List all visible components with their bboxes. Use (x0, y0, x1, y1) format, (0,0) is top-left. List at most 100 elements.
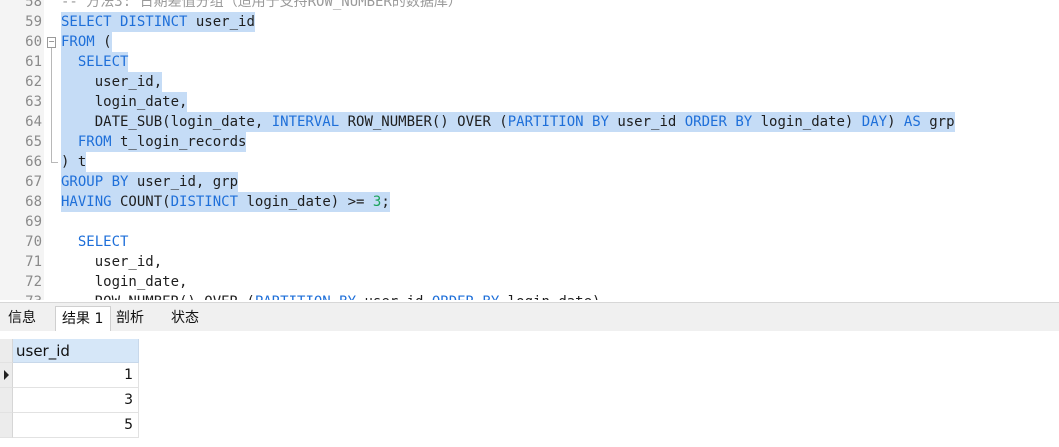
code-text[interactable]: ROW_NUMBER() OVER (PARTITION BY user_id … (61, 292, 601, 300)
fold-guide (51, 48, 52, 162)
code-token: HAVING (61, 194, 112, 210)
code-token: DAY (861, 114, 888, 130)
line-number: 68 (25, 194, 42, 210)
code-token: login_date) (752, 114, 862, 130)
line-number: 69 (25, 214, 42, 230)
code-text[interactable]: SELECT (61, 232, 129, 252)
table-cell[interactable]: 5 (13, 413, 139, 438)
row-header[interactable] (0, 388, 13, 413)
code-token: ) (887, 114, 904, 130)
code-text[interactable]: user_id, (61, 72, 163, 92)
code-token: login_date) (499, 294, 601, 300)
line-number: 64 (25, 114, 42, 130)
tab-status[interactable]: 状态 (165, 306, 213, 331)
code-token: ( (94, 34, 112, 50)
code-token: PARTITION BY (507, 114, 609, 130)
code-token: grp (920, 114, 955, 130)
code-line: 61 SELECT (0, 52, 1059, 72)
code-line: 67 GROUP BY user_id, grp (0, 172, 1059, 192)
code-token: SELECT (77, 54, 129, 70)
code-line: 72 login_date, (0, 272, 1059, 292)
code-token: ROW_NUMBER() OVER ( (61, 294, 255, 300)
line-number: 61 (25, 54, 42, 70)
fold-toggle-icon[interactable]: − (47, 37, 56, 48)
row-header[interactable] (0, 363, 13, 388)
code-line: 68 HAVING COUNT(DISTINCT login_date) >= 3… (0, 192, 1059, 212)
table-cell[interactable]: 1 (13, 363, 139, 388)
code-token: ROW_NUMBER() OVER ( (339, 114, 508, 130)
code-token: user_id (608, 114, 685, 130)
sql-editor[interactable]: 58 -- 方法3: 日期差值分组（适用于支持ROW_NUMBER的数据库） 59 S… (0, 0, 1059, 300)
line-number: 58 (25, 0, 42, 10)
corner-header (0, 339, 13, 363)
code-token: login_date) >= (238, 194, 373, 210)
column-header-user-id[interactable]: user_id (13, 339, 139, 363)
line-number: 60 (25, 34, 42, 50)
code-token: DATE_SUB(login_date, (61, 114, 272, 130)
code-token: GROUP BY (61, 174, 129, 190)
code-token: user_id, (61, 254, 163, 270)
table-cell[interactable]: 3 (13, 388, 139, 413)
tab-result-1[interactable]: 结果 1 (55, 306, 111, 333)
line-number: 67 (25, 174, 42, 190)
code-token: user_id, (61, 74, 163, 90)
line-number: 59 (25, 14, 42, 30)
code-text[interactable]: user_id, (61, 252, 162, 272)
code-token: SELECT DISTINCT (61, 14, 188, 30)
code-line: 59 SELECT DISTINCT user_id (0, 12, 1059, 32)
code-token: ORDER BY (432, 294, 499, 300)
code-text[interactable]: SELECT DISTINCT user_id (61, 12, 255, 32)
tab-profile[interactable]: 剖析 (110, 306, 158, 331)
code-token: FROM (61, 34, 95, 50)
code-token: SELECT (77, 234, 129, 250)
code-line: 66 ) t (0, 152, 1059, 172)
code-token: PARTITION BY (255, 294, 356, 300)
code-text[interactable]: login_date, (61, 92, 188, 112)
code-token: ) t (61, 154, 87, 170)
code-text[interactable]: HAVING COUNT(DISTINCT login_date) >= 3; (61, 192, 390, 212)
code-text[interactable]: GROUP BY user_id, grp (61, 172, 239, 192)
code-line: 58 -- 方法3: 日期差值分组（适用于支持ROW_NUMBER的数据库） (0, 0, 1059, 12)
code-text[interactable]: SELECT (61, 52, 129, 72)
tab-info[interactable]: 信息 (2, 306, 46, 331)
row-header[interactable] (0, 413, 13, 438)
line-number: 73 (0, 292, 42, 300)
line-number: 71 (25, 254, 42, 270)
code-line: 65 FROM t_login_records (0, 132, 1059, 152)
code-token: login_date, (61, 94, 188, 110)
code-line: 71 user_id, (0, 252, 1059, 272)
result-grid: user_id 135 (0, 331, 1059, 447)
code-token: -- 方法3: 日期差值分组（适用于支持ROW_NUMBER的数据库） (61, 0, 462, 10)
code-token: user_id, grp (128, 174, 239, 190)
code-token: DISTINCT (170, 194, 239, 210)
code-text[interactable]: FROM ( (61, 32, 112, 52)
code-token: t_login_records (111, 134, 247, 150)
code-text[interactable]: -- 方法3: 日期差值分组（适用于支持ROW_NUMBER的数据库） (61, 0, 462, 12)
code-text[interactable]: login_date, (61, 272, 188, 292)
code-token: user_id (187, 14, 255, 30)
current-row-arrow-icon (4, 370, 9, 380)
code-text[interactable]: ) t (61, 152, 87, 172)
line-number: 65 (25, 134, 42, 150)
code-token: login_date, (61, 274, 188, 290)
line-number: 72 (25, 274, 42, 290)
code-token: ORDER BY (684, 114, 753, 130)
line-number: 66 (25, 154, 42, 170)
code-text[interactable]: FROM t_login_records (61, 132, 247, 152)
code-token: AS (903, 114, 921, 130)
code-token: COUNT( (111, 194, 171, 210)
code-token: ; (381, 194, 390, 210)
code-line: 60 FROM ( (0, 32, 1059, 52)
code-text[interactable]: DATE_SUB(login_date, INTERVAL ROW_NUMBER… (61, 112, 955, 132)
fold-end-marker (51, 152, 58, 163)
code-line: 73 ROW_NUMBER() OVER (PARTITION BY user_… (0, 292, 1059, 300)
code-token: INTERVAL (271, 114, 340, 130)
code-line: 70 SELECT (0, 232, 1059, 252)
code-token: user_id (356, 294, 432, 300)
code-line: 69 (0, 212, 1059, 232)
line-number: 63 (25, 94, 42, 110)
line-number: 62 (25, 74, 42, 90)
